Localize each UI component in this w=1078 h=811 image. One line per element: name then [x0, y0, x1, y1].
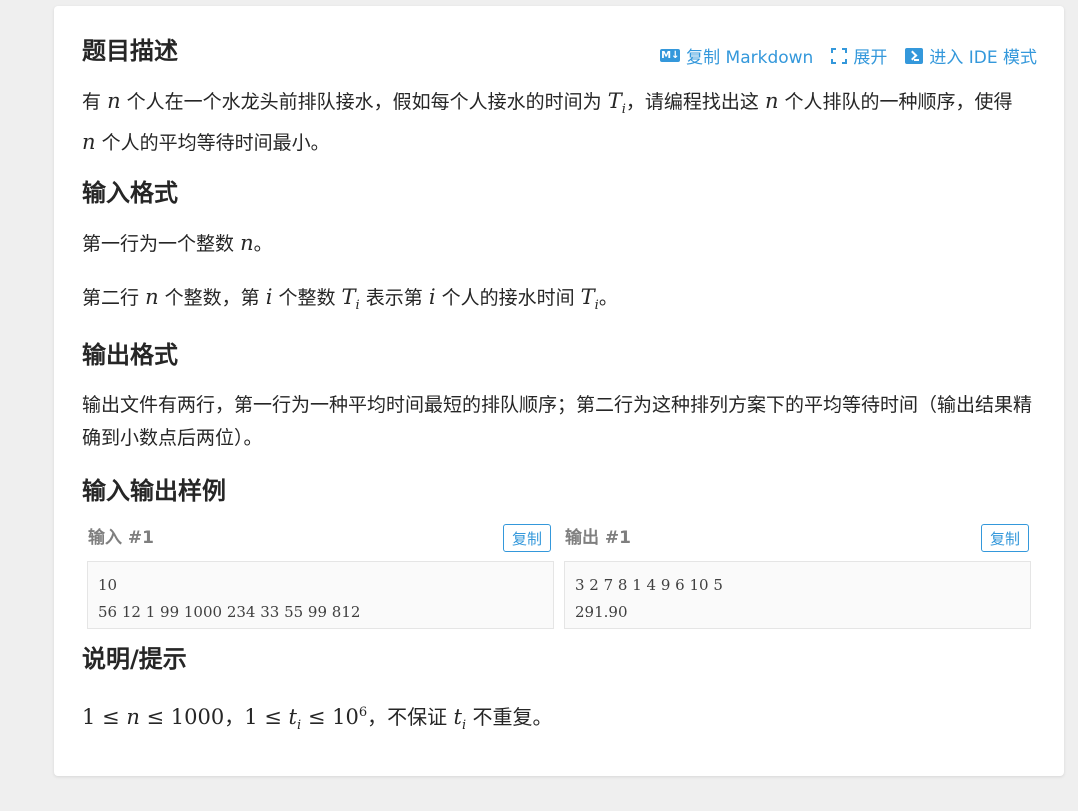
copy-markdown-label: 复制 Markdown: [686, 48, 814, 68]
hint-heading: 说明/提示: [82, 645, 187, 673]
sample-input-label: 输入 #1: [88, 528, 154, 548]
description-text: 有 n 个人在一个水龙头前排队接水，假如每个人接水的时间为 Ti，请编程找出这 …: [82, 89, 1013, 155]
copy-output-button[interactable]: 复制: [981, 524, 1029, 552]
toolbar: 复制 Markdown 展开 进入 IDE 模式: [660, 43, 1037, 68]
ide-mode-label: 进入 IDE 模式: [929, 48, 1037, 68]
copy-markdown-button[interactable]: 复制 Markdown: [660, 43, 813, 68]
expand-icon: [831, 47, 848, 64]
markdown-icon: [660, 48, 681, 63]
output-format-text: 输出文件有两行，第一行为一种平均时间最短的排队顺序；第二行为这种排列方案下的平均…: [82, 394, 1033, 449]
hint-text: 1 ≤ n ≤ 1000，1 ≤ ti ≤ 106，不保证 ti 不重复。: [82, 705, 553, 734]
ide-mode-button[interactable]: 进入 IDE 模式: [905, 43, 1037, 68]
input-format-line1: 第一行为一个整数 n。: [82, 231, 273, 255]
sample-output-label: 输出 #1: [565, 528, 631, 548]
input-format-line2: 第二行 n 个整数，第 i 个整数 Ti 表示第 i 个人的接水时间 Ti。: [82, 285, 618, 314]
problem-card: 复制 Markdown 展开 进入 IDE 模式 题目描述 有 n 个人在一个水…: [54, 6, 1064, 776]
description-heading: 题目描述: [82, 37, 178, 65]
output-format-heading: 输出格式: [82, 341, 178, 369]
sample-input-box[interactable]: 10 56 12 1 99 1000 234 33 55 99 812: [87, 561, 554, 629]
terminal-icon: [905, 47, 924, 64]
expand-button[interactable]: 展开: [831, 43, 887, 68]
input-format-heading: 输入格式: [82, 179, 178, 207]
expand-label: 展开: [853, 48, 888, 68]
samples-heading: 输入输出样例: [82, 477, 226, 505]
copy-input-button[interactable]: 复制: [503, 524, 551, 552]
sample-output-box[interactable]: 3 2 7 8 1 4 9 6 10 5 291.90: [564, 561, 1031, 629]
